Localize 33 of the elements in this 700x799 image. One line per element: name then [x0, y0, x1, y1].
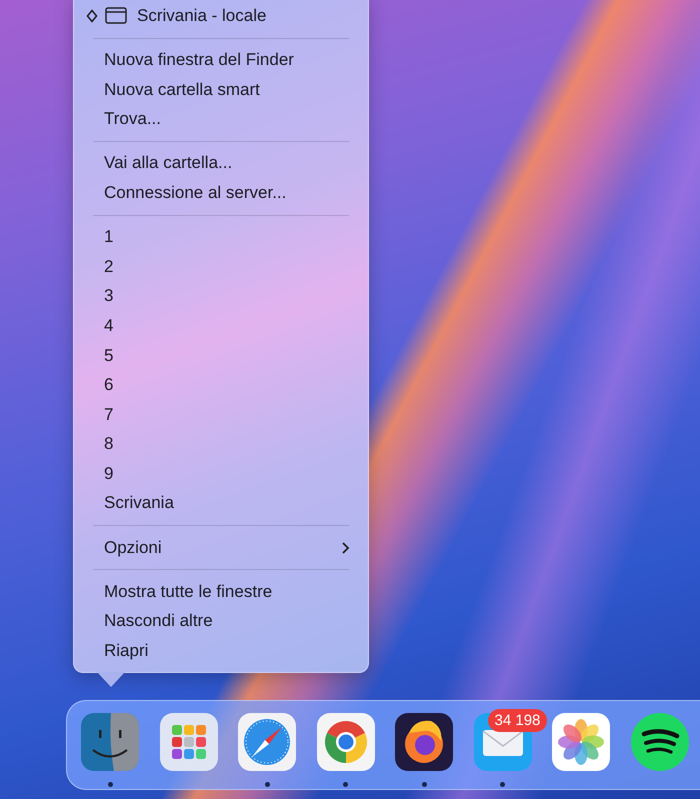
menu-item[interactable]: 8 [74, 430, 368, 460]
menu-item[interactable]: 4 [74, 311, 368, 341]
window-icon [105, 7, 127, 24]
menu-item[interactable]: 9 [74, 459, 368, 489]
submenu-item[interactable]: Opzioni [74, 532, 368, 562]
ring-app-icon[interactable] [316, 713, 374, 771]
sound-waves-app-icon[interactable] [630, 713, 688, 771]
face-app-icon[interactable] [81, 713, 139, 771]
menu-item[interactable]: 7 [74, 400, 368, 430]
menu-item[interactable]: 5 [74, 340, 368, 370]
menu-item[interactable]: 1 [74, 222, 368, 252]
menu-item[interactable]: Vai alla cartella... [74, 148, 368, 178]
compass-app-icon[interactable] [238, 713, 296, 771]
flower-app-icon[interactable] [552, 713, 610, 771]
menu-item[interactable]: Connessione al server... [74, 178, 368, 208]
menu-item[interactable]: Nuova cartella smart [74, 74, 368, 104]
grid-app-icon[interactable] [160, 713, 218, 771]
menu-item[interactable]: Nuova finestra del Finder [74, 45, 368, 75]
menu-item[interactable]: Nascondi altre [74, 606, 368, 636]
flame-app-icon[interactable] [395, 713, 453, 771]
window-title: Scrivania - locale [137, 6, 266, 26]
menu-pointer [97, 672, 125, 688]
menu-item[interactable]: 2 [74, 252, 368, 282]
chevron-right-icon [341, 540, 350, 555]
menu-item[interactable]: Trova... [74, 104, 368, 134]
menu-item[interactable]: Riapri [74, 636, 368, 666]
menu-item[interactable]: 3 [74, 282, 368, 312]
menu-item-label: Opzioni [104, 538, 162, 558]
notification-badge: 34 198 [488, 709, 548, 732]
menu-item[interactable]: 6 [74, 370, 368, 400]
menu-item[interactable]: Scrivania [74, 488, 368, 518]
menu-item[interactable]: Mostra tutte le finestre [74, 577, 368, 607]
menu-item[interactable]: Scrivania - locale [74, 1, 368, 31]
